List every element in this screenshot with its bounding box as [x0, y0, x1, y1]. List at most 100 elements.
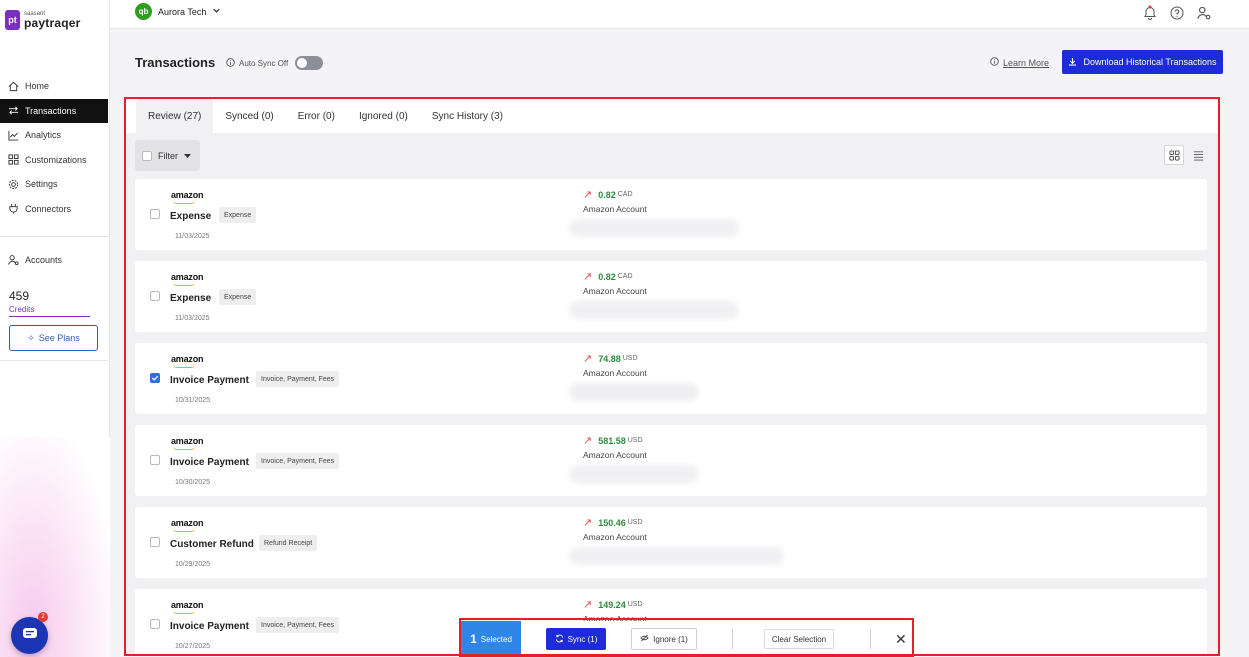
- tab-review[interactable]: Review (27): [136, 99, 214, 133]
- list-item[interactable]: amazon Invoice Payment Invoice, Payment,…: [135, 425, 1207, 496]
- info-icon: [226, 57, 235, 69]
- grid-icon: [8, 154, 19, 165]
- transaction-type: Invoice Payment: [170, 457, 249, 468]
- auto-sync-toggle[interactable]: [295, 56, 324, 70]
- redacted-description: [569, 383, 699, 401]
- row-checkbox[interactable]: [150, 291, 160, 301]
- sidebar-nav: Home Transactions Analytics Customizatio…: [0, 74, 108, 221]
- tab-ignored[interactable]: Ignored (0): [347, 99, 420, 133]
- transaction-date: 10/29/2025: [175, 561, 211, 568]
- selected-label: Selected: [480, 634, 512, 644]
- sync-label: Sync (1): [567, 634, 598, 644]
- sync-icon: [555, 634, 564, 645]
- download-historical-button[interactable]: Download Historical Transactions: [1062, 50, 1223, 74]
- amount: 581.58: [598, 435, 626, 446]
- list-item[interactable]: amazon Expense Expense 11/03/2025 ↗ 0.82…: [135, 261, 1207, 332]
- amount: 0.82: [598, 271, 616, 282]
- help-icon[interactable]: [1169, 5, 1184, 20]
- sidebar-item-transactions[interactable]: Transactions: [0, 98, 108, 123]
- row-checkbox[interactable]: [150, 537, 160, 547]
- plug-icon: [8, 203, 19, 214]
- account-name: Amazon Account: [583, 204, 647, 214]
- caret-down-icon: [184, 151, 191, 161]
- gear-icon: [8, 179, 19, 190]
- credits-value: 459: [9, 289, 30, 303]
- vendor-logo: amazon: [171, 518, 204, 532]
- view-toggle: [1164, 145, 1208, 165]
- currency: CAD: [617, 273, 633, 280]
- sidebar-item-analytics[interactable]: Analytics: [0, 123, 108, 148]
- transaction-date: 11/03/2025: [175, 233, 210, 240]
- selection-action-bar: 1 Selected Sync (1) Ignore (1) Clear Sel…: [461, 621, 912, 657]
- filter-label: Filter: [158, 150, 178, 161]
- transaction-type: Customer Refund: [170, 539, 254, 550]
- currency: USD: [627, 519, 643, 526]
- ignore-button[interactable]: Ignore (1): [631, 628, 697, 650]
- sidebar-item-label: Analytics: [25, 130, 62, 141]
- transaction-date: 10/27/2025: [175, 643, 211, 650]
- arrow-up-right-icon: ↗: [583, 435, 593, 447]
- logo[interactable]: pt saasant paytraqer: [5, 10, 81, 30]
- chat-badge: 2: [38, 612, 48, 622]
- info-icon: [990, 57, 999, 68]
- currency: CAD: [617, 191, 633, 198]
- home-icon: [8, 81, 19, 92]
- transaction-type: Expense: [170, 293, 212, 304]
- amount: 0.82: [598, 189, 616, 200]
- redacted-description: [569, 219, 739, 237]
- close-icon[interactable]: ✕: [895, 631, 907, 648]
- row-checkbox[interactable]: [150, 455, 160, 465]
- sync-button[interactable]: Sync (1): [546, 628, 606, 650]
- transaction-type: Invoice Payment: [170, 621, 249, 632]
- row-checkbox[interactable]: [150, 373, 160, 383]
- divider: [870, 629, 871, 649]
- bell-icon[interactable]: [1142, 5, 1157, 20]
- sidebar-divider: [0, 360, 108, 361]
- vendor-logo: amazon: [171, 272, 204, 286]
- card-view-icon[interactable]: [1164, 145, 1184, 165]
- currency: USD: [622, 355, 638, 362]
- arrow-up-right-icon: ↗: [583, 517, 593, 529]
- row-checkbox[interactable]: [150, 209, 160, 219]
- download-icon: [1068, 57, 1077, 68]
- sidebar-item-accounts[interactable]: Accounts: [8, 254, 62, 265]
- sidebar-item-label: Accounts: [25, 254, 63, 265]
- list-item[interactable]: amazon Invoice Payment Invoice, Payment,…: [135, 343, 1207, 414]
- sidebar-item-settings[interactable]: Settings: [0, 172, 108, 197]
- filter-button[interactable]: Filter: [135, 140, 200, 171]
- transaction-type: Invoice Payment: [170, 375, 249, 386]
- amount: 149.24: [598, 599, 626, 610]
- list-item[interactable]: amazon Customer Refund Refund Receipt 10…: [135, 507, 1207, 578]
- see-plans-button[interactable]: ✧ See Plans: [9, 325, 98, 351]
- row-checkbox[interactable]: [150, 619, 160, 629]
- chart-icon: [8, 130, 19, 141]
- chat-button[interactable]: [11, 617, 48, 654]
- tab-error[interactable]: Error (0): [286, 99, 347, 133]
- sidebar-item-customizations[interactable]: Customizations: [0, 148, 108, 173]
- auto-sync: Auto Sync Off: [226, 56, 324, 70]
- type-tag: Invoice, Payment, Fees: [256, 617, 340, 633]
- sidebar-item-home[interactable]: Home: [0, 74, 108, 99]
- account-name: Amazon Account: [583, 368, 647, 378]
- logo-product: paytraqer: [24, 16, 81, 30]
- page-title: Transactions: [135, 55, 216, 70]
- learn-more-label: Learn More: [1003, 57, 1050, 68]
- sidebar-item-label: Home: [25, 81, 50, 92]
- company-switcher[interactable]: qb Aurora Tech: [135, 3, 221, 20]
- sidebar-item-connectors[interactable]: Connectors: [0, 197, 108, 222]
- currency: USD: [627, 437, 643, 444]
- list-view-icon[interactable]: [1188, 145, 1208, 165]
- redacted-description: [569, 301, 739, 319]
- company-name: Aurora Tech: [158, 6, 207, 17]
- selected-count-badge: 1 Selected: [461, 621, 521, 657]
- list-item[interactable]: amazon Expense Expense 11/03/2025 ↗ 0.82…: [135, 179, 1207, 250]
- clear-selection-button[interactable]: Clear Selection: [764, 629, 834, 649]
- tab-synced[interactable]: Synced (0): [213, 99, 285, 133]
- learn-more-link[interactable]: Learn More: [990, 57, 1049, 68]
- select-all-checkbox[interactable]: [142, 150, 152, 161]
- auto-sync-label: Auto Sync Off: [239, 58, 289, 68]
- sidebar: pt saasant paytraqer Home Transactions A…: [0, 0, 110, 657]
- type-tag: Expense: [219, 289, 257, 305]
- user-settings-icon[interactable]: [1196, 5, 1211, 20]
- tab-sync-history[interactable]: Sync History (3): [420, 99, 515, 133]
